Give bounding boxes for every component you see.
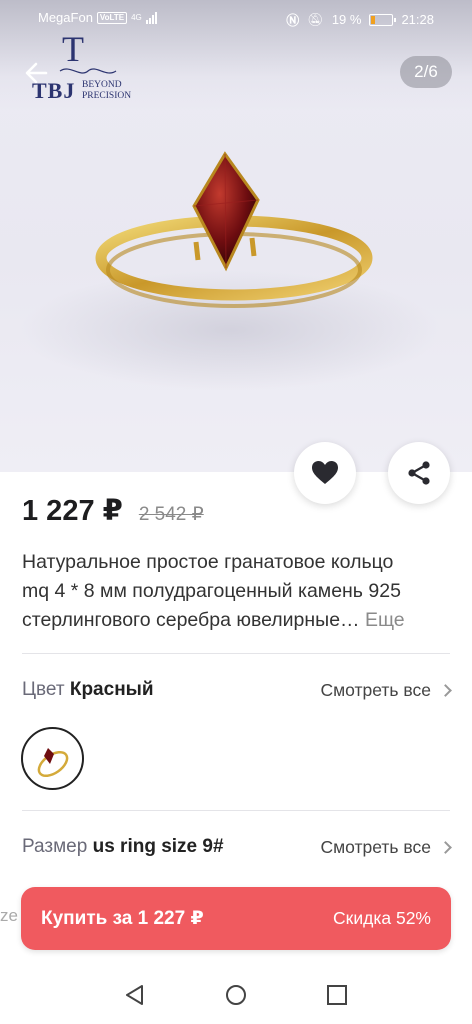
color-option-label: Цвет Красный: [22, 679, 154, 701]
swatch-ring-thumbnail: [37, 747, 68, 777]
back-button[interactable]: [22, 58, 52, 88]
back-arrow-icon: [25, 62, 48, 84]
nav-recents-icon[interactable]: [326, 984, 348, 1006]
favorite-button[interactable]: [294, 442, 356, 504]
color-label: Цвет: [22, 679, 65, 700]
buy-button[interactable]: Купить за 1 227 ₽ Скидка 52%: [21, 887, 451, 950]
battery-percent: 19 %: [331, 12, 362, 27]
title-line-text: стерлингового серебра ювелирные…: [22, 609, 360, 631]
logo-flourish: [59, 68, 117, 74]
size-label: Размер: [22, 836, 88, 857]
clock: 21:28: [401, 12, 434, 27]
color-swatch-red[interactable]: [21, 727, 84, 790]
system-nav-bar: [0, 962, 472, 1024]
chevron-right-icon: [439, 683, 452, 697]
battery-icon: [369, 13, 397, 26]
size-chip-peek: ze: [0, 906, 18, 925]
title-line: стерлингового серебра ювелирные… Еще: [22, 606, 452, 635]
see-all-label: Смотреть все: [320, 679, 432, 700]
size-see-all-link[interactable]: Смотреть все: [320, 836, 452, 858]
product-title[interactable]: Натуральное простое гранатовое кольцо mq…: [22, 548, 452, 635]
size-value: us ring size 9#: [92, 836, 224, 857]
old-price: 2 542 ₽: [138, 504, 204, 525]
logo-tagline-2: PRECISION: [82, 91, 132, 101]
more-link[interactable]: Еще: [365, 609, 405, 631]
see-all-label: Смотреть все: [320, 836, 432, 857]
network-type: 4G: [131, 13, 142, 22]
carrier-name: MegaFon: [38, 10, 93, 25]
size-option-label: Размер us ring size 9#: [22, 836, 224, 858]
share-icon: [408, 461, 430, 485]
divider: [22, 653, 450, 654]
mute-icon: 🔕︎: [307, 11, 324, 27]
price-row: 1 227 ₽ 2 542 ₽: [22, 493, 204, 528]
signal-icon: [145, 11, 157, 24]
size-option-row[interactable]: Размер us ring size 9# Смотреть все: [22, 832, 452, 862]
chevron-right-icon: [439, 840, 452, 854]
product-image[interactable]: MegaFon VoLTE 4G Ⓝ 🔕︎ 19 % 21:28 T TBJ B…: [0, 0, 472, 472]
nfc-icon: Ⓝ: [286, 13, 300, 28]
ring-photo: [20, 151, 440, 390]
logo-tagline: BEYOND PRECISION: [82, 80, 131, 102]
title-line: Натуральное простое гранатовое кольцо: [22, 551, 394, 573]
discount-label: Скидка 52%: [333, 908, 431, 928]
current-price: 1 227 ₽: [22, 495, 123, 527]
color-value: Красный: [69, 679, 154, 700]
volte-badge: VoLTE: [96, 11, 128, 24]
title-line: mq 4 * 8 мм полудрагоценный камень 925: [22, 580, 401, 602]
image-page-counter: 2/6: [400, 56, 452, 88]
buy-label: Купить за 1 227 ₽: [41, 908, 204, 929]
share-button[interactable]: [388, 442, 450, 504]
color-option-row[interactable]: Цвет Красный Смотреть все: [22, 675, 452, 705]
favorite-heart-icon: [312, 461, 338, 484]
color-see-all-link[interactable]: Смотреть все: [320, 679, 452, 701]
nav-home-icon[interactable]: [225, 984, 247, 1006]
divider: [22, 810, 450, 811]
logo-tagline-1: BEYOND: [82, 80, 122, 90]
nav-back-icon[interactable]: [124, 984, 146, 1006]
